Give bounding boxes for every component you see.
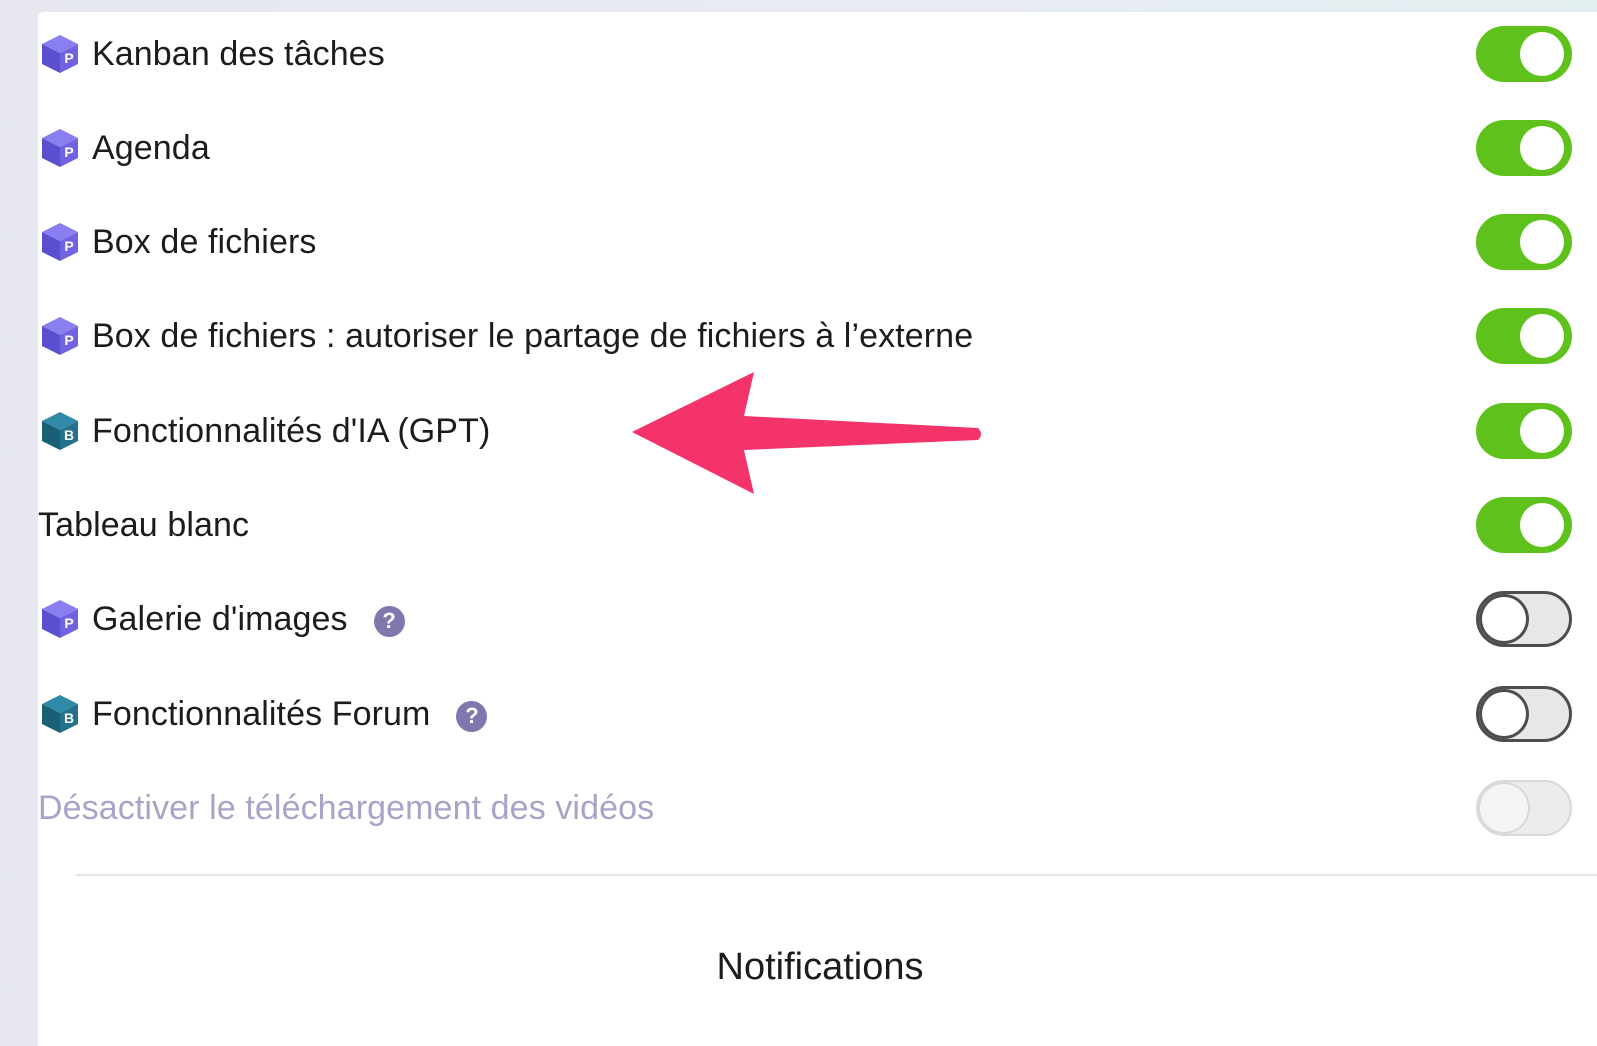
purple-cube-icon: P: [42, 223, 78, 261]
purple-cube-icon: P: [42, 129, 78, 167]
teal-cube-icon: B: [42, 695, 78, 733]
help-icon[interactable]: ?: [456, 700, 488, 732]
toggle-knob: [1520, 220, 1564, 264]
section-divider: [76, 874, 1597, 876]
setting-row-kanban: P Kanban des tâches: [38, 7, 1597, 101]
setting-label: Fonctionnalités d'IA (GPT): [92, 411, 491, 450]
setting-row-image-gallery: P Galerie d'images ?: [38, 572, 1597, 666]
external-sharing-toggle[interactable]: [1476, 308, 1572, 364]
setting-label: Fonctionnalités Forum: [92, 694, 431, 733]
toggle-knob: [1520, 314, 1564, 358]
svg-text:P: P: [64, 50, 73, 66]
ai-gpt-toggle[interactable]: [1476, 403, 1572, 459]
setting-row-forum: B Fonctionnalités Forum ?: [38, 667, 1597, 761]
whiteboard-toggle[interactable]: [1476, 497, 1572, 553]
toggle-knob: [1520, 126, 1564, 170]
setting-label: Désactiver le téléchargement des vidéos: [38, 788, 655, 827]
notifications-heading: Notifications: [716, 946, 924, 988]
toggle-knob: [1480, 784, 1528, 832]
kanban-toggle[interactable]: [1476, 26, 1572, 82]
svg-text:P: P: [64, 615, 73, 631]
agenda-toggle[interactable]: [1476, 120, 1572, 176]
setting-label: Galerie d'images: [92, 599, 348, 638]
svg-text:P: P: [64, 238, 73, 254]
image-gallery-toggle[interactable]: [1476, 591, 1572, 647]
help-icon[interactable]: ?: [373, 605, 405, 637]
setting-label: Kanban des tâches: [92, 34, 385, 73]
teal-cube-icon: B: [42, 412, 78, 450]
purple-cube-icon: P: [42, 35, 78, 73]
setting-label: Agenda: [92, 128, 210, 167]
purple-cube-icon: P: [42, 317, 78, 355]
toggle-knob: [1520, 32, 1564, 76]
setting-label: Box de fichiers: [92, 222, 317, 261]
svg-text:P: P: [64, 332, 73, 348]
purple-cube-icon: P: [42, 600, 78, 638]
setting-row-agenda: P Agenda: [38, 101, 1597, 195]
svg-text:P: P: [64, 144, 73, 160]
toggle-knob: [1520, 409, 1564, 453]
setting-label: Tableau blanc: [38, 505, 250, 544]
toggle-knob: [1482, 692, 1526, 736]
disable-video-download-toggle: [1476, 780, 1572, 836]
file-box-toggle[interactable]: [1476, 214, 1572, 270]
svg-text:B: B: [64, 427, 74, 443]
setting-label: Box de fichiers : autoriser le partage d…: [92, 316, 974, 355]
svg-text:B: B: [64, 710, 74, 726]
setting-row-disable-video-download: Désactiver le téléchargement des vidéos: [38, 761, 1597, 855]
setting-row-file-box: P Box de fichiers: [38, 195, 1597, 289]
annotation-arrow-icon: [632, 372, 981, 494]
toggle-knob: [1520, 503, 1564, 547]
forum-toggle[interactable]: [1476, 686, 1572, 742]
toggle-knob: [1482, 597, 1526, 641]
